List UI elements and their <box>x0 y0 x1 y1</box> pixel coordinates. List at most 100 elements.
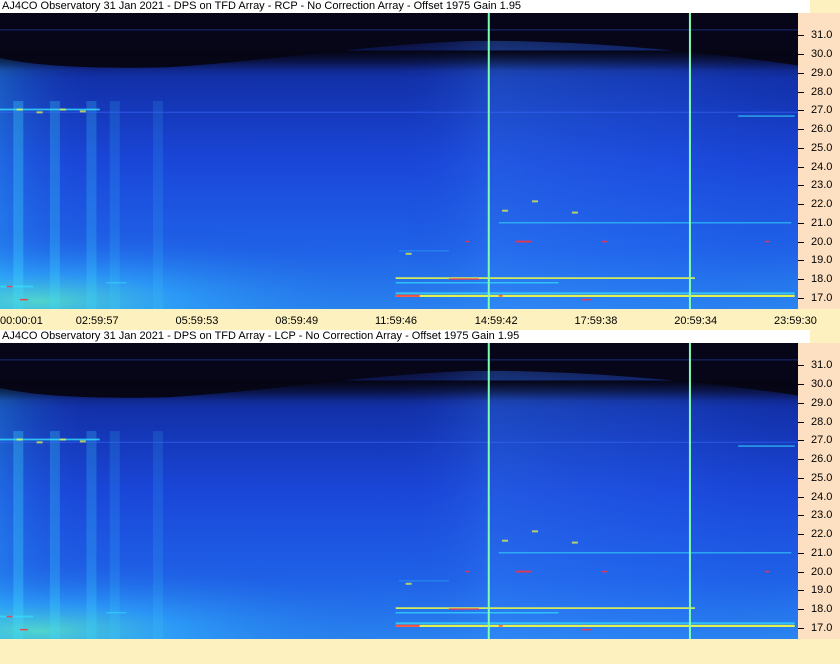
x-tick-label: 11:59:46 <box>375 315 418 327</box>
y-tick-mark <box>798 496 804 498</box>
y-tick-label: 26.0 <box>811 123 833 136</box>
signal-speck <box>16 108 23 111</box>
y-tick-label: 20.0 <box>811 565 833 578</box>
y-tick-mark <box>798 129 804 131</box>
y-tick-mark <box>798 279 804 281</box>
frequency-axis: 31.0 30.0 29.0 28.0 27.0 26.0 25.0 24.0 23.0 22.0… <box>798 13 840 309</box>
y-tick-mark <box>798 72 804 74</box>
y-tick-label: 28.0 <box>811 415 833 428</box>
y-tick-label: 18.0 <box>811 273 833 286</box>
signal-speck <box>502 209 509 212</box>
y-tick-mark <box>798 110 804 112</box>
signal-speck <box>571 211 578 214</box>
y-tick-mark <box>798 54 804 56</box>
y-tick-mark <box>798 421 804 423</box>
y-tick-label: 17.0 <box>811 291 833 304</box>
y-tick-label: 19.0 <box>811 254 833 267</box>
panel-title: AJ4CO Observatory 31 Jan 2021 - DPS on T… <box>0 0 810 13</box>
signal-speck <box>36 111 43 114</box>
y-tick-mark <box>798 571 804 573</box>
signal-speck <box>79 440 86 443</box>
y-tick-mark <box>798 204 804 206</box>
signal-speck <box>36 441 43 444</box>
signal-speck <box>502 539 509 542</box>
y-tick-mark <box>798 515 804 517</box>
signal-speck <box>405 582 412 585</box>
y-tick-label: 25.0 <box>811 141 833 154</box>
y-tick-mark <box>798 91 804 93</box>
y-tick-mark <box>798 297 804 299</box>
spectrogram-panel-rcp: AJ4CO Observatory 31 Jan 2021 - DPS on T… <box>0 0 840 330</box>
spectrogram-panel-lcp: AJ4CO Observatory 31 Jan 2021 - DPS on T… <box>0 330 840 642</box>
interference-streak <box>109 101 120 309</box>
interference-streak <box>109 431 120 639</box>
y-tick-label: 21.0 <box>811 546 833 559</box>
spectrogram-plot[interactable] <box>0 13 798 309</box>
y-tick-label: 22.0 <box>811 198 833 211</box>
x-tick-label: 00:00:01 <box>0 315 43 327</box>
interference-streak <box>86 101 97 309</box>
spectrogram-canvas[interactable] <box>0 343 798 639</box>
y-tick-mark <box>798 260 804 262</box>
y-tick-mark <box>798 222 804 224</box>
status-strip <box>0 642 840 664</box>
y-tick-mark <box>798 185 804 187</box>
x-tick-label: 17:59:38 <box>574 315 618 327</box>
interference-streak <box>13 431 24 639</box>
interference-streak <box>49 431 60 639</box>
signal-speck <box>571 541 578 544</box>
panel-title: AJ4CO Observatory 31 Jan 2021 - DPS on T… <box>0 330 810 343</box>
y-tick-mark <box>798 609 804 611</box>
y-tick-label: 22.0 <box>811 528 833 541</box>
y-tick-label: 24.0 <box>811 490 833 503</box>
y-tick-mark <box>798 440 804 442</box>
y-tick-label: 26.0 <box>811 453 833 466</box>
y-tick-mark <box>798 590 804 592</box>
y-tick-mark <box>798 534 804 536</box>
y-tick-label: 30.0 <box>811 378 833 391</box>
y-tick-label: 21.0 <box>811 216 833 229</box>
x-tick-label: 23:59:30 <box>774 315 817 327</box>
y-tick-mark <box>798 384 804 386</box>
y-tick-label: 23.0 <box>811 509 833 522</box>
spectrogram-plot[interactable] <box>0 343 798 639</box>
signal-speck <box>59 438 66 441</box>
y-tick-label: 20.0 <box>811 235 833 248</box>
y-tick-label: 30.0 <box>811 48 833 61</box>
x-tick-label: 05:59:53 <box>175 315 219 327</box>
signal-speck <box>532 530 538 533</box>
y-tick-label: 27.0 <box>811 434 833 447</box>
y-tick-mark <box>798 147 804 149</box>
y-tick-label: 29.0 <box>811 396 833 409</box>
x-tick-label: 20:59:34 <box>674 315 718 327</box>
cutoff-fade <box>0 380 798 401</box>
interference-streak <box>86 431 97 639</box>
x-tick-label: 14:59:42 <box>474 315 518 327</box>
interference-streak <box>152 431 163 639</box>
y-tick-label: 24.0 <box>811 160 833 173</box>
interference-streak <box>49 101 60 309</box>
x-tick-label: 02:59:57 <box>75 315 119 327</box>
cutoff-fade <box>0 50 798 71</box>
spectrogram-canvas[interactable] <box>0 13 798 309</box>
y-tick-label: 19.0 <box>811 584 833 597</box>
y-tick-label: 31.0 <box>811 29 833 42</box>
y-tick-label: 25.0 <box>811 471 833 484</box>
frequency-axis: 31.0 30.0 29.0 28.0 27.0 26.0 25.0 24.0 23.0 22.0… <box>798 343 840 639</box>
y-tick-label: 18.0 <box>811 603 833 616</box>
y-tick-label: 17.0 <box>811 621 833 634</box>
signal-speck <box>79 110 86 113</box>
y-tick-label: 31.0 <box>811 359 833 372</box>
y-tick-mark <box>798 241 804 243</box>
y-tick-mark <box>798 477 804 479</box>
y-tick-mark <box>798 402 804 404</box>
y-tick-mark <box>798 365 804 367</box>
signal-speck <box>532 200 538 203</box>
interference-streak <box>13 101 24 309</box>
y-tick-mark <box>798 459 804 461</box>
interference-streak <box>152 101 163 309</box>
signal-speck <box>405 252 412 255</box>
y-tick-label: 29.0 <box>811 66 833 79</box>
y-tick-mark <box>798 166 804 168</box>
x-tick-label: 08:59:49 <box>275 315 319 327</box>
